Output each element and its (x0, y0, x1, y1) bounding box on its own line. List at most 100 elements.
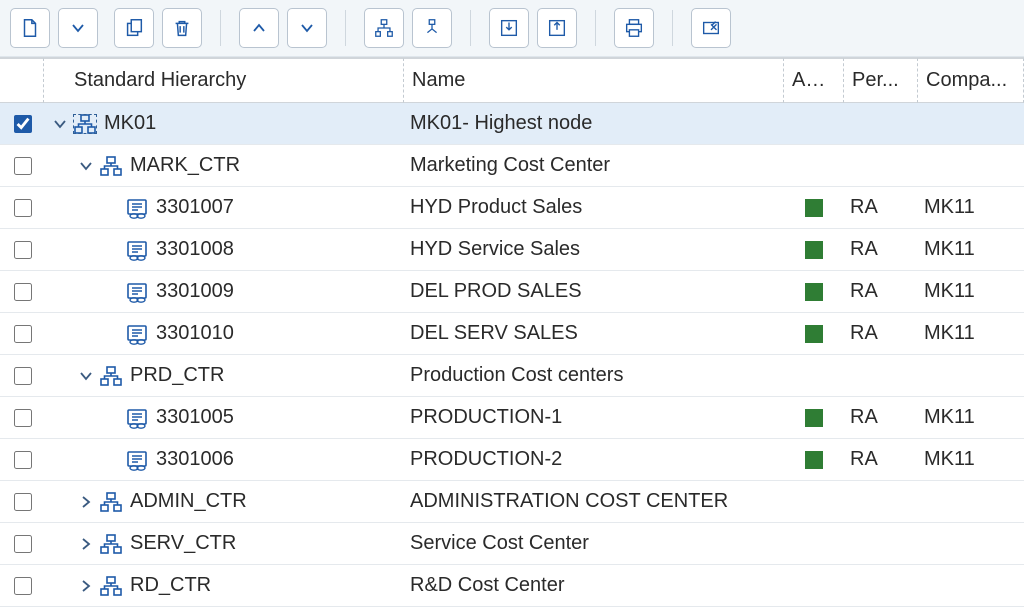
row-checkbox[interactable] (14, 325, 32, 343)
company-cell (918, 565, 1024, 607)
column-header-compa[interactable]: Compa... (918, 58, 1024, 103)
move-down-button[interactable] (287, 8, 327, 48)
delete-button[interactable] (162, 8, 202, 48)
person-cell (844, 481, 918, 523)
group-node-icon (98, 575, 124, 597)
column-header-act[interactable]: Act... (784, 58, 844, 103)
new-dropdown-button[interactable] (58, 8, 98, 48)
new-button[interactable] (10, 8, 50, 48)
new-page-icon (19, 17, 41, 39)
export-icon (546, 17, 568, 39)
expander-toggle[interactable] (76, 534, 96, 554)
node-id-label: PRD_CTR (130, 364, 224, 387)
node-id-label: 3301006 (156, 448, 234, 471)
column-header-name[interactable]: Name (404, 58, 784, 103)
person-cell: RA (844, 397, 918, 439)
row-checkbox[interactable] (14, 115, 32, 133)
company-cell (918, 481, 1024, 523)
row-checkbox[interactable] (14, 577, 32, 595)
export-button[interactable] (537, 8, 577, 48)
row-checkbox[interactable] (14, 157, 32, 175)
row-checkbox[interactable] (14, 241, 32, 259)
chevron-down-icon (52, 116, 68, 132)
group-node-icon (98, 491, 124, 513)
layout-button[interactable] (691, 8, 731, 48)
company-cell: MK11 (918, 271, 1024, 313)
person-cell: RA (844, 229, 918, 271)
active-cell (784, 439, 844, 481)
toolbar-divider (672, 10, 673, 46)
row-select-cell (0, 271, 44, 313)
chevron-down-icon (78, 158, 94, 174)
row-checkbox[interactable] (14, 493, 32, 511)
row-select-cell (0, 313, 44, 355)
import-button[interactable] (489, 8, 529, 48)
hierarchy-table: Standard Hierarchy Name Act... Per... Co… (0, 57, 1024, 607)
cost-center-icon (124, 449, 150, 471)
active-cell (784, 229, 844, 271)
company-cell (918, 355, 1024, 397)
hierarchy-cell: 3301010 (44, 313, 404, 355)
toolbar-divider (220, 10, 221, 46)
name-cell: DEL SERV SALES (404, 313, 784, 355)
active-cell (784, 271, 844, 313)
column-header-per[interactable]: Per... (844, 58, 918, 103)
expander-toggle[interactable] (50, 114, 70, 134)
layout-icon (700, 17, 722, 39)
name-cell: PRODUCTION-2 (404, 439, 784, 481)
person-cell: RA (844, 313, 918, 355)
chevron-right-icon (78, 494, 94, 510)
toolbar (0, 0, 1024, 57)
chevron-right-icon (78, 536, 94, 552)
chevron-down-icon (299, 20, 315, 36)
row-checkbox[interactable] (14, 451, 32, 469)
expander-toggle[interactable] (76, 366, 96, 386)
column-header-hierarchy[interactable]: Standard Hierarchy (44, 58, 404, 103)
hierarchy-cell: SERV_CTR (44, 523, 404, 565)
move-up-button[interactable] (239, 8, 279, 48)
print-button[interactable] (614, 8, 654, 48)
row-checkbox[interactable] (14, 367, 32, 385)
person-cell (844, 355, 918, 397)
node-id-label: 3301010 (156, 322, 234, 345)
node-id-label: 3301007 (156, 196, 234, 219)
name-cell: HYD Product Sales (404, 187, 784, 229)
row-checkbox[interactable] (14, 535, 32, 553)
hierarchy-cell: 3301006 (44, 439, 404, 481)
name-cell: Service Cost Center (404, 523, 784, 565)
node-id-label: ADMIN_CTR (130, 490, 247, 513)
expander-toggle[interactable] (76, 492, 96, 512)
person-cell: RA (844, 439, 918, 481)
copy-button[interactable] (114, 8, 154, 48)
company-cell: MK11 (918, 397, 1024, 439)
active-cell (784, 565, 844, 607)
company-cell: MK11 (918, 187, 1024, 229)
row-select-cell (0, 523, 44, 565)
hierarchy-cell: 3301009 (44, 271, 404, 313)
chevron-up-icon (251, 20, 267, 36)
name-cell: Marketing Cost Center (404, 145, 784, 187)
row-select-cell (0, 103, 44, 145)
name-cell: HYD Service Sales (404, 229, 784, 271)
active-cell (784, 481, 844, 523)
row-checkbox[interactable] (14, 199, 32, 217)
cost-center-icon (124, 281, 150, 303)
row-select-cell (0, 145, 44, 187)
cost-center-icon (124, 323, 150, 345)
expander-toggle[interactable] (76, 156, 96, 176)
active-cell (784, 523, 844, 565)
hierarchy-cell: 3301005 (44, 397, 404, 439)
row-select-cell (0, 481, 44, 523)
hierarchy-cell: PRD_CTR (44, 355, 404, 397)
expand-all-button[interactable] (364, 8, 404, 48)
expander-toggle[interactable] (76, 576, 96, 596)
company-cell: MK11 (918, 229, 1024, 271)
active-cell (784, 103, 844, 145)
collapse-all-button[interactable] (412, 8, 452, 48)
status-active-indicator (805, 283, 823, 301)
cost-center-icon (124, 239, 150, 261)
node-id-label: 3301005 (156, 406, 234, 429)
row-checkbox[interactable] (14, 283, 32, 301)
row-checkbox[interactable] (14, 409, 32, 427)
toolbar-divider (470, 10, 471, 46)
